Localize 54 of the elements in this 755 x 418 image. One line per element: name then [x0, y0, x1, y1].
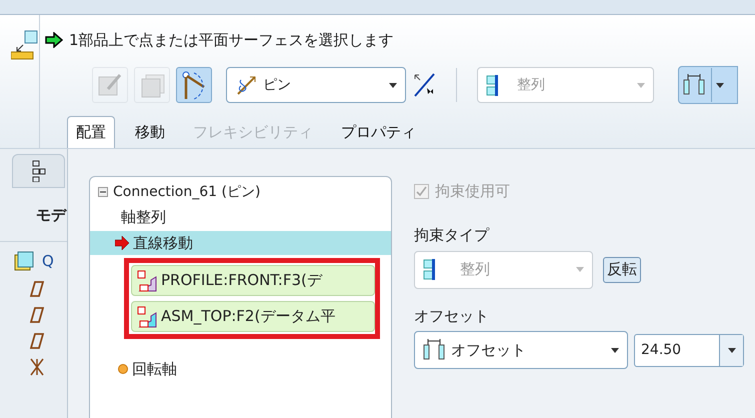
reference-collector[interactable]: PROFILE:FRONT:F3(デ ASM_TOP:F2(データム平	[124, 258, 380, 339]
tree-item[interactable]: 回転軸	[132, 358, 177, 380]
collapse-icon[interactable]	[98, 187, 108, 197]
reference-label: ASM_TOP:F2(データム平	[161, 306, 336, 328]
assembly-icon	[14, 250, 34, 271]
offset-value-field[interactable]: 24.50	[634, 334, 744, 366]
dropdown-value: オフセット	[451, 340, 527, 361]
tab[interactable]: 配置	[67, 116, 115, 148]
dot-icon	[118, 364, 128, 374]
arrow-icon	[45, 32, 63, 48]
caret-icon	[728, 348, 736, 352]
caret-icon	[637, 82, 645, 88]
flip-button[interactable]: 反転	[603, 256, 641, 282]
part-surface-icon	[137, 270, 157, 292]
pin-icon	[235, 74, 257, 96]
align-icon	[423, 259, 436, 280]
offset-icon	[683, 73, 707, 98]
caret-icon	[611, 348, 619, 352]
tab[interactable]: プロパティ	[333, 116, 424, 148]
datum-plane-icon	[30, 332, 44, 350]
tree-icon	[32, 160, 46, 182]
caret-icon	[576, 267, 584, 272]
datum-plane-icon	[30, 306, 44, 324]
tab[interactable]: 移動	[127, 116, 173, 148]
prompt-message: 1部品上で点または平面サーフェスを選択します	[69, 30, 394, 51]
reference-item[interactable]: PROFILE:FRONT:F3(デ	[131, 265, 375, 296]
dropdown-value: ピン	[263, 76, 292, 95]
checkbox-label: 拘束使用可	[435, 180, 510, 202]
selected-row[interactable]: 直線移動	[90, 231, 391, 255]
dropdown-value: 整列	[517, 76, 546, 95]
datum-plane-icon	[30, 280, 44, 298]
flip-icon[interactable]	[412, 72, 436, 98]
arc-tool-button[interactable]	[176, 67, 212, 104]
offset-type-dropdown[interactable]: オフセット	[414, 331, 628, 369]
model-tree-tab[interactable]	[12, 154, 65, 188]
component-place-icon[interactable]	[11, 29, 39, 61]
reference-item[interactable]: ASM_TOP:F2(データム平	[131, 301, 375, 332]
field-label: 拘束タイプ	[414, 225, 490, 246]
tree-item[interactable]: Connection_61 (ピン)	[113, 182, 260, 202]
dropdown-value: 整列	[460, 259, 491, 280]
offset-icon	[423, 338, 447, 362]
arrow-icon	[115, 236, 129, 250]
caret-icon	[716, 82, 724, 88]
offset-mode-button[interactable]	[678, 66, 738, 104]
part-datum-icon	[137, 306, 157, 328]
field-label: オフセット	[414, 306, 490, 326]
coordinate-system-icon	[30, 358, 44, 376]
tree-item[interactable]: 軸整列	[121, 206, 166, 228]
reference-label: PROFILE:FRONT:F3(デ	[161, 270, 322, 292]
caret-icon	[389, 82, 397, 88]
tree-item: Q	[42, 250, 54, 272]
panel-title: モデ	[35, 205, 67, 226]
connection-type-dropdown[interactable]: ピン	[226, 67, 406, 104]
align-icon	[486, 74, 499, 96]
